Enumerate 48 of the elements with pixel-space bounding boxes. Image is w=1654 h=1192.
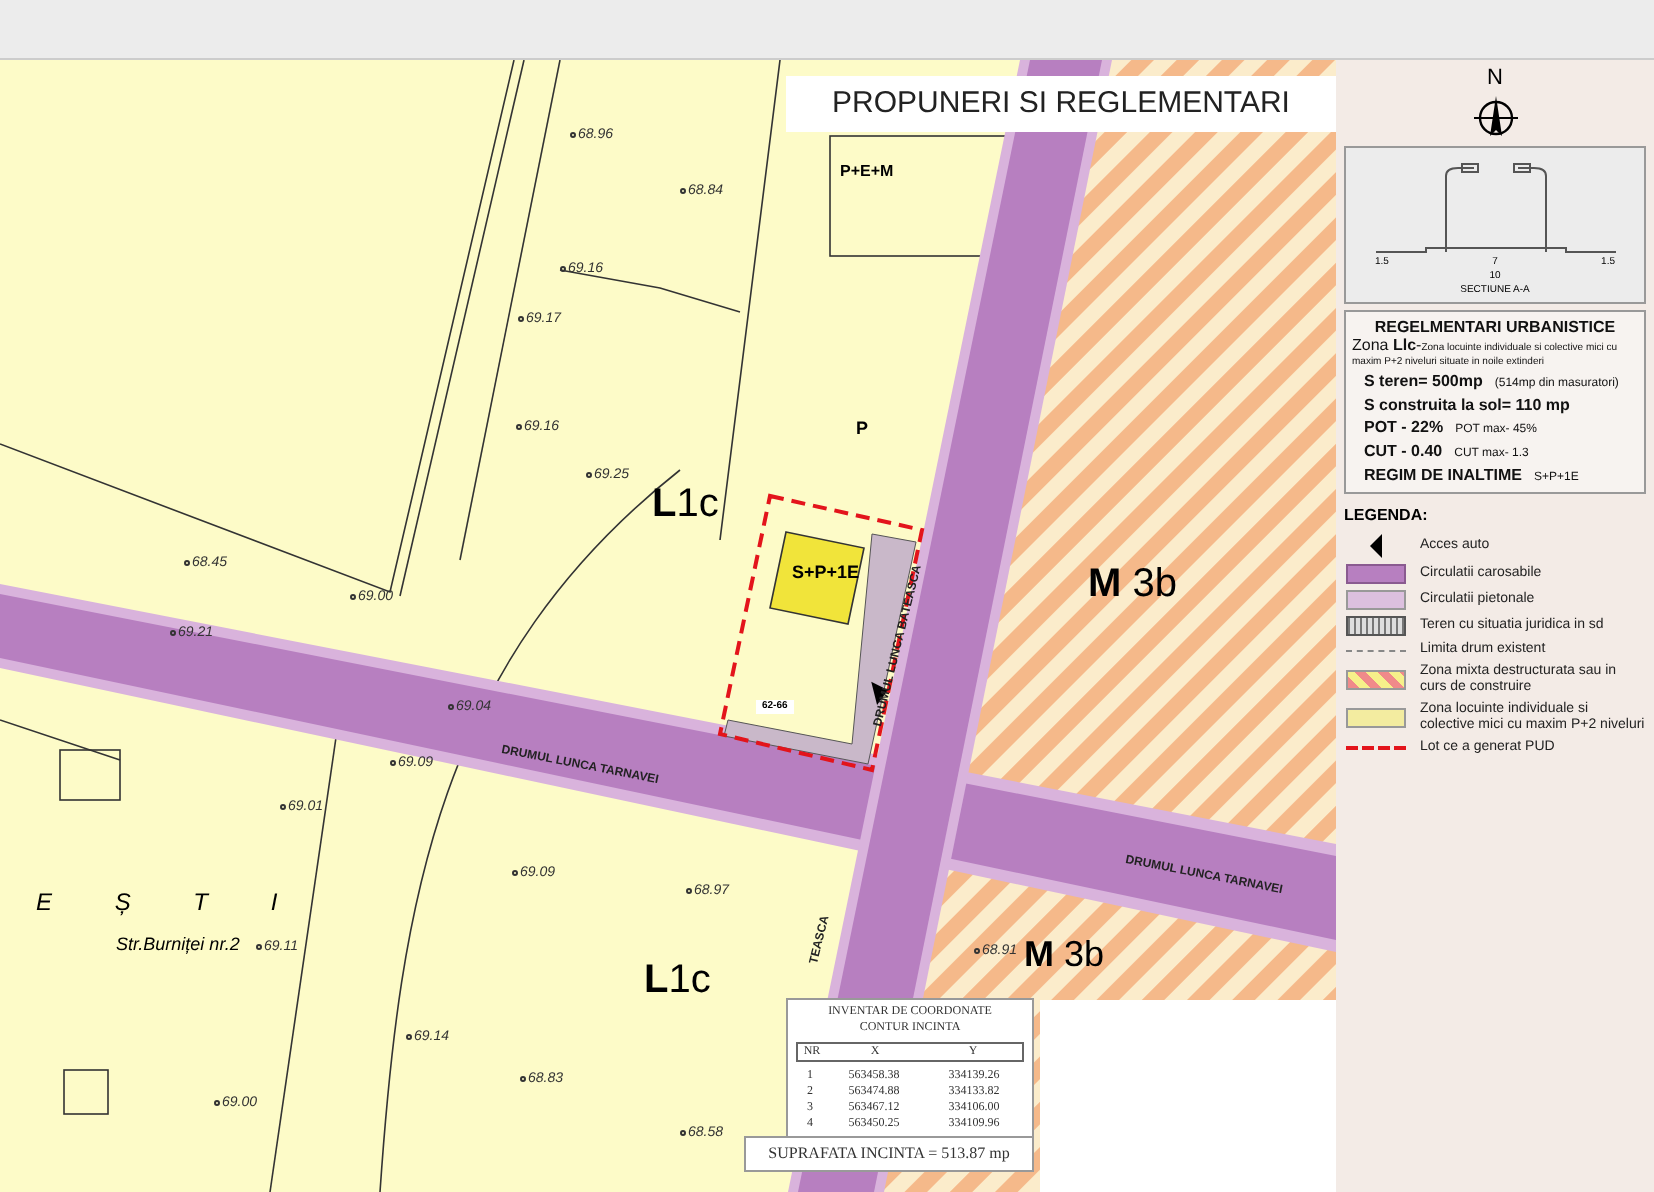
survey-point-icon [350, 594, 356, 600]
north-letter: N [1487, 68, 1503, 90]
grid-swatch [1346, 616, 1406, 636]
hatch-swatch [1346, 670, 1406, 690]
survey-point-icon [406, 1034, 412, 1040]
locality-name: E Ș T I [36, 886, 306, 920]
compass-icon [1473, 96, 1517, 140]
road-swatch [1346, 564, 1406, 584]
zone-label: L1c [644, 960, 711, 1000]
survey-point-icon [680, 1130, 686, 1136]
zone-label: S+P+1E [792, 564, 860, 582]
zone-label: M 3b [1088, 564, 1177, 604]
dotted-line [1346, 649, 1406, 651]
survey-point-icon [214, 1100, 220, 1106]
survey-point-icon [256, 944, 262, 950]
arrow-icon [1370, 534, 1382, 558]
regulation-value: POT - 22% [1364, 416, 1444, 438]
surface-label: SUPRAFATA INCINTA = 513.87 mp [744, 1136, 1034, 1172]
residential-zone-swatch [1346, 708, 1406, 728]
zone-label: L1c [652, 484, 719, 524]
regulation-value: S construita la sol= 110 mp [1364, 394, 1570, 416]
survey-point-icon [974, 948, 980, 954]
survey-point-icon [560, 266, 566, 272]
dashed-line [1346, 746, 1406, 750]
survey-point-icon [680, 188, 686, 194]
survey-point-icon [520, 1076, 526, 1082]
zone-label: P [856, 420, 869, 438]
zone-label: M 3b [1024, 936, 1105, 972]
pedestrian-swatch [1346, 590, 1406, 610]
regulations-title: REGELMENTARI URBANISTICE [1372, 316, 1618, 338]
survey-point-icon [184, 560, 190, 566]
survey-point-icon [390, 760, 396, 766]
regulation-value: S teren= 500mp [1364, 370, 1483, 392]
legend-title: LEGENDA: [1344, 504, 1430, 528]
survey-point-icon [518, 316, 524, 322]
survey-point-icon [280, 804, 286, 810]
address-label: Str.Burniței nr.2 [116, 932, 240, 958]
survey-point-icon [570, 132, 576, 138]
zone-label: P+E+M [840, 164, 894, 180]
survey-point-icon [512, 870, 518, 876]
survey-point-icon [170, 630, 176, 636]
survey-point-icon [516, 424, 522, 430]
survey-point-icon [448, 704, 454, 710]
map-title: PROPUNERI SI REGLEMENTARI [786, 76, 1336, 132]
regulation-value: REGIM DE INALTIME [1364, 464, 1522, 486]
survey-point-icon [686, 888, 692, 894]
survey-point-icon [586, 472, 592, 478]
regulation-value: CUT - 0.40 [1364, 440, 1443, 462]
